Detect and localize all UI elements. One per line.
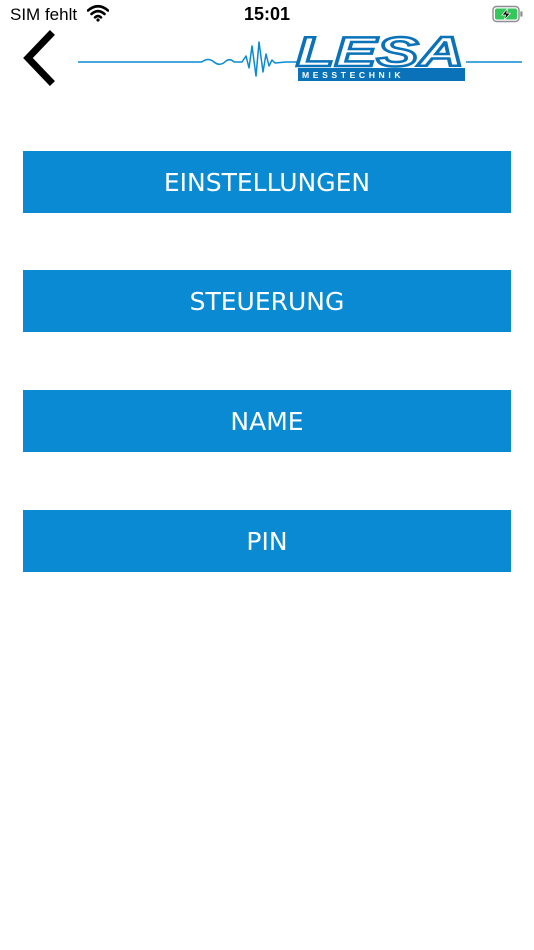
battery-charging-icon (492, 5, 523, 23)
logo-subtitle: MESSTECHNIK (302, 70, 404, 80)
status-bar: SIM fehlt 15:01 (0, 0, 534, 30)
lesa-logo: LESA MESSTECHNIK (78, 30, 522, 81)
back-button[interactable] (18, 30, 62, 86)
chevron-left-icon (23, 30, 55, 86)
pin-button[interactable]: PIN (23, 510, 511, 572)
clock: 15:01 (243, 4, 291, 24)
name-button[interactable]: NAME (23, 390, 511, 452)
steuerung-button[interactable]: STEUERUNG (23, 270, 511, 332)
einstellungen-button[interactable]: EINSTELLUNGEN (23, 151, 511, 213)
